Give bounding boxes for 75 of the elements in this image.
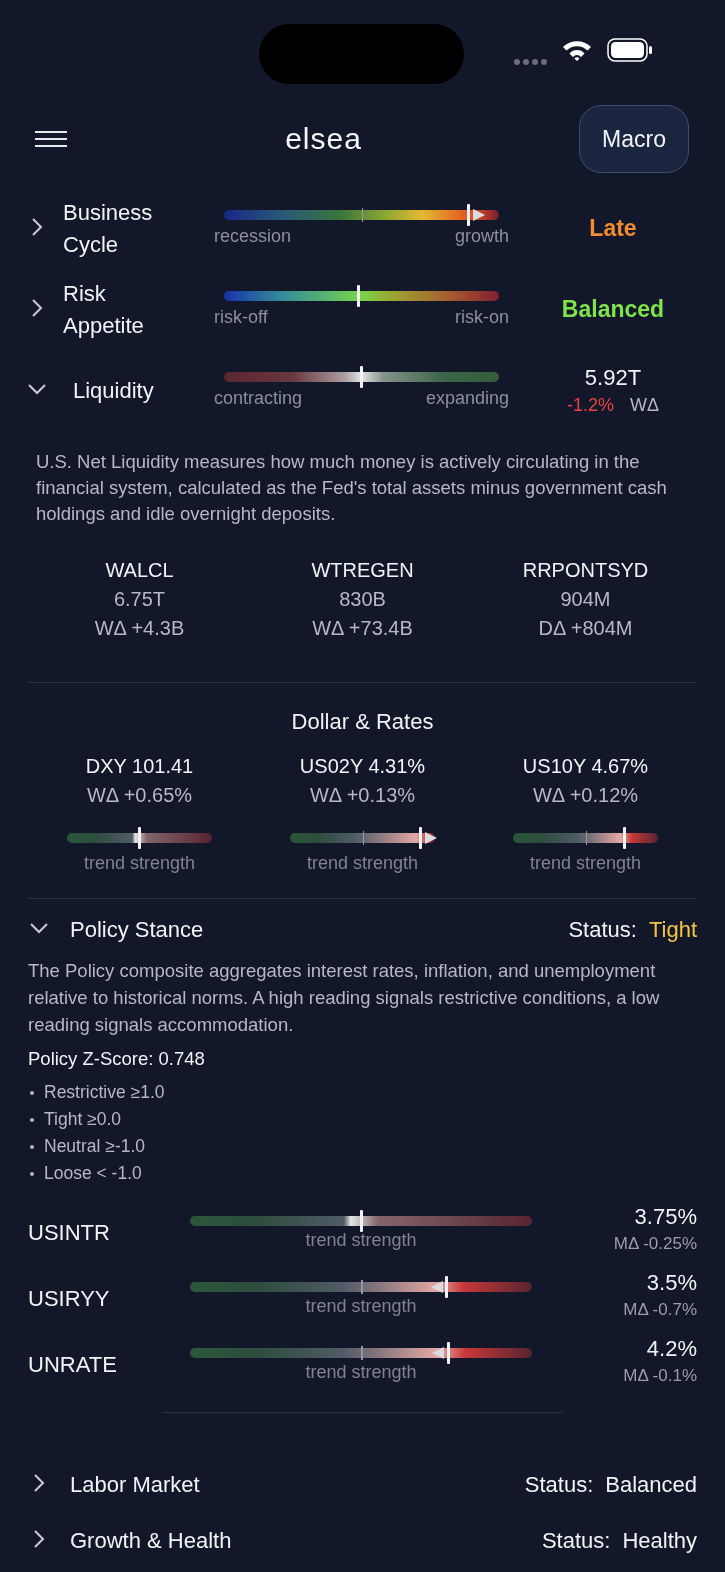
- rate-change: WΔ +0.65%: [86, 784, 193, 807]
- status-value: Balanced: [605, 1472, 697, 1498]
- series-change: MΔ -0.25%: [613, 1234, 697, 1254]
- liquidity-description: U.S. Net Liquidity measures how much money is actively circulating in the financial system, calculated as the Fed's total assets minus government cash holdings and idle overnight deposits.: [35, 450, 668, 526]
- series-value: 904M: [560, 588, 611, 611]
- section-title[interactable]: Policy Stance: [70, 917, 204, 943]
- gauge-high-label: growth: [454, 226, 509, 247]
- series-value: 4.2%: [646, 1336, 697, 1362]
- threshold-item: Neutral ≥-1.0: [44, 1136, 146, 1157]
- series-change: MΔ -0.7%: [623, 1300, 697, 1320]
- policy-description: The Policy composite aggregates interest rates, inflation, and unemployment relative to historical norms. A high reading signals restrictive conditions, a low reading signals accommodation.: [28, 959, 661, 1037]
- section-title[interactable]: Labor Market: [70, 1472, 200, 1498]
- app-logo: elsea: [285, 122, 362, 156]
- threshold-item: Tight ≥0.0: [44, 1109, 122, 1130]
- gauge-high-label: risk-on: [455, 307, 509, 328]
- gauge-caption: trend strength: [529, 853, 642, 874]
- series-name: WALCL: [105, 559, 174, 582]
- indicator-title[interactable]: Business Cycle: [63, 196, 183, 261]
- series-value: 3.75%: [634, 1204, 697, 1230]
- status-label: Status:: [524, 1472, 594, 1498]
- battery-icon: [607, 38, 653, 62]
- series-value: 6.75T: [113, 588, 166, 611]
- status-value: Tight: [648, 917, 697, 943]
- indicator-status: Balanced: [560, 296, 666, 323]
- series-change: DΔ +804M: [538, 617, 633, 640]
- rate-label: US02Y 4.31%: [299, 755, 426, 778]
- gauge-caption: trend strength: [305, 1362, 417, 1383]
- series-name: WTREGEN: [311, 559, 414, 582]
- arrow-right-icon: [423, 830, 438, 846]
- threshold-item: Restrictive ≥1.0: [44, 1082, 165, 1103]
- indicator-title[interactable]: Liquidity: [63, 374, 193, 407]
- gauge-low-label: contracting: [214, 388, 303, 409]
- menu-icon[interactable]: [34, 130, 68, 148]
- gauge-low-label: risk-off: [214, 307, 268, 328]
- arrow-left-icon: [431, 1345, 446, 1361]
- series-change: WΔ +73.4B: [312, 617, 413, 640]
- indicator-change: -1.2%: [566, 395, 614, 416]
- rate-label: US10Y 4.67%: [522, 755, 649, 778]
- rate-label: DXY 101.41: [85, 755, 194, 778]
- indicator-title[interactable]: Risk Appetite: [63, 277, 183, 342]
- bullet-icon: [30, 1171, 34, 1176]
- threshold-item: Loose < -1.0: [44, 1163, 142, 1184]
- gauge-low-label: recession: [214, 226, 292, 247]
- signal-icon: [513, 58, 547, 66]
- series-value: 830B: [339, 588, 386, 611]
- arrow-right-icon: [471, 207, 486, 223]
- series-value: 3.5%: [646, 1270, 697, 1296]
- series-name: USIRYY: [28, 1286, 111, 1312]
- gauge-caption: trend strength: [305, 1230, 417, 1251]
- wifi-icon: [561, 38, 593, 62]
- bullet-icon: [30, 1144, 34, 1149]
- indicator-value: 5.92T: [584, 365, 642, 391]
- change-unit: WΔ: [630, 395, 659, 416]
- series-change: MΔ -0.1%: [623, 1366, 697, 1386]
- bullet-icon: [30, 1117, 34, 1122]
- status-value: Healthy: [622, 1528, 697, 1554]
- gauge-caption: trend strength: [305, 1296, 417, 1317]
- rate-change: WΔ +0.12%: [532, 784, 639, 807]
- gauge-caption: trend strength: [306, 853, 419, 874]
- status-label: Status:: [541, 1528, 611, 1554]
- arrow-left-icon: [429, 1279, 444, 1295]
- series-name: USINTR: [28, 1220, 111, 1246]
- mode-button[interactable]: Macro: [579, 105, 689, 173]
- bullet-icon: [30, 1090, 34, 1095]
- z-score: Policy Z-Score: 0.748: [28, 1048, 206, 1070]
- series-name: UNRATE: [28, 1352, 118, 1378]
- gauge-high-label: expanding: [425, 388, 509, 409]
- gauge-caption: trend strength: [83, 853, 196, 874]
- series-change: WΔ +4.3B: [94, 617, 185, 640]
- rate-change: WΔ +0.13%: [309, 784, 416, 807]
- series-name: RRPONTSYD: [522, 559, 649, 582]
- section-title: Dollar & Rates: [290, 709, 435, 735]
- status-label: Status:: [568, 917, 637, 943]
- indicator-status: Late: [588, 215, 638, 242]
- section-title[interactable]: Growth & Health: [70, 1528, 232, 1554]
